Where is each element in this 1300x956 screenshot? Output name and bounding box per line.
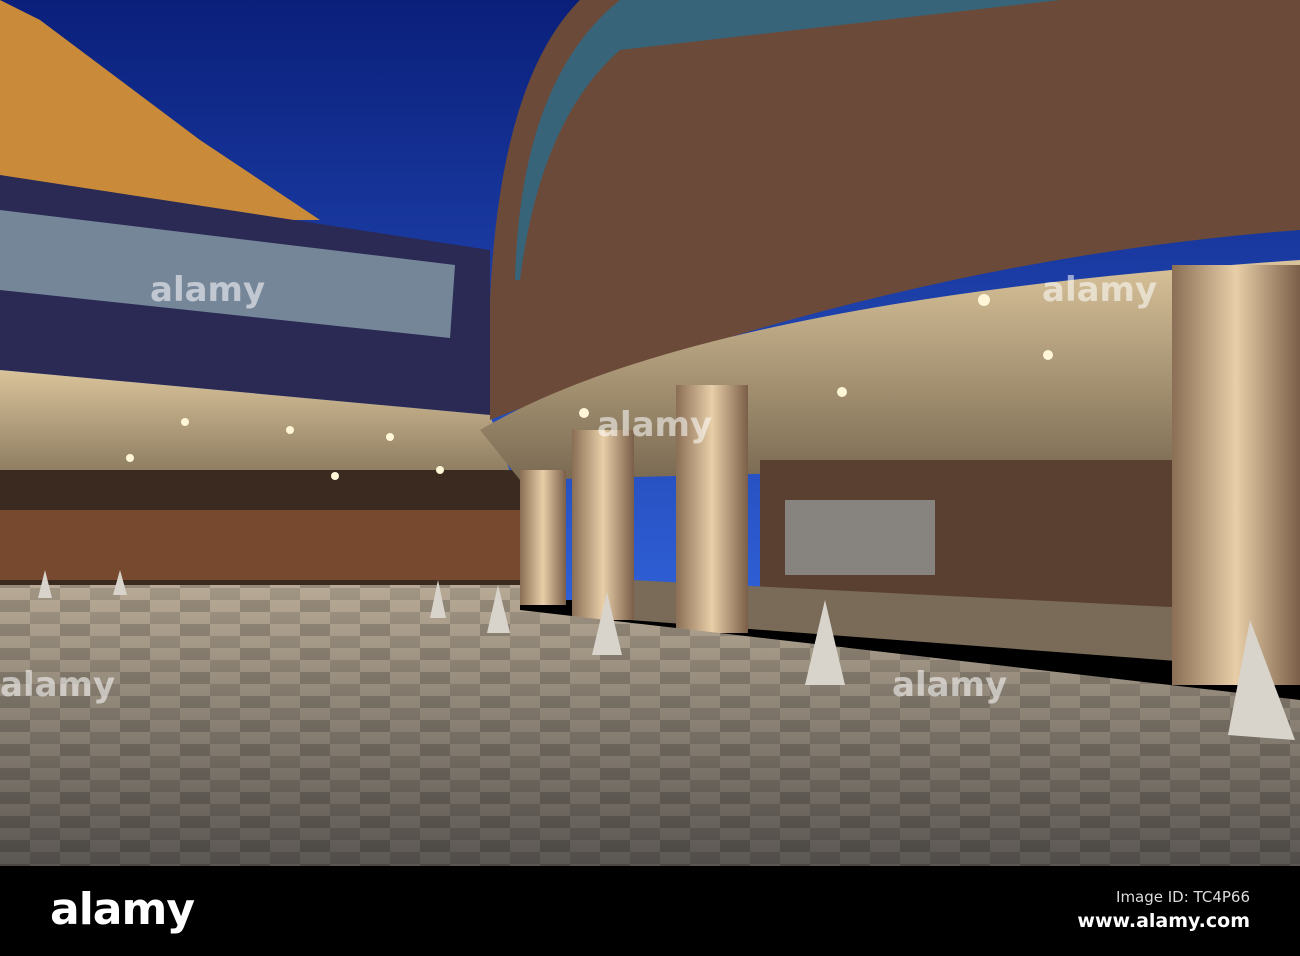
- column: [1172, 265, 1300, 685]
- watermark: alamy: [597, 405, 713, 445]
- watermark: alamy: [1042, 270, 1158, 310]
- column: [520, 470, 566, 605]
- image-id: Image ID: TC4P66: [1116, 888, 1250, 906]
- watermark: alamy: [892, 665, 1008, 705]
- watermark: alamy: [150, 270, 266, 310]
- site-url: www.alamy.com: [1077, 910, 1250, 932]
- column: [572, 430, 634, 620]
- watermark: alamy: [0, 665, 116, 705]
- alamy-logo: alamy: [50, 884, 195, 935]
- footer-bar: alamy Image ID: TC4P66 www.alamy.com: [0, 866, 1300, 956]
